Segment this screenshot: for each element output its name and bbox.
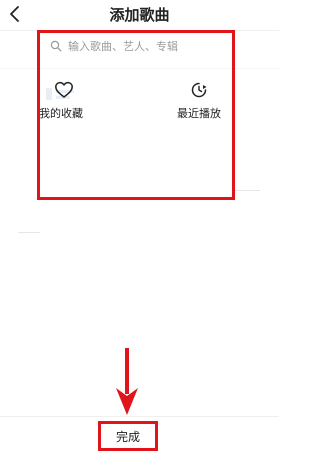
done-button[interactable]: 完成 <box>98 421 158 451</box>
top-bar: 添加歌曲 <box>0 0 279 30</box>
faint-divider <box>18 232 40 233</box>
header-divider <box>0 30 279 31</box>
footer-divider <box>0 416 279 417</box>
my-favorites-entry[interactable]: 我的收藏 <box>36 80 92 121</box>
section-divider <box>0 68 279 69</box>
page-title: 添加歌曲 <box>109 6 170 24</box>
recent-play-icon <box>191 82 207 98</box>
search-input[interactable] <box>68 39 228 53</box>
my-favorites-label: 我的收藏 <box>39 107 83 120</box>
recently-played-entry[interactable]: 最近播放 <box>170 80 228 121</box>
heart-icon <box>55 81 73 98</box>
annotation-arrow-icon <box>116 348 138 415</box>
recently-played-label: 最近播放 <box>177 107 221 120</box>
faint-divider <box>232 190 260 191</box>
search-bar[interactable] <box>50 36 228 56</box>
search-icon <box>50 40 62 52</box>
